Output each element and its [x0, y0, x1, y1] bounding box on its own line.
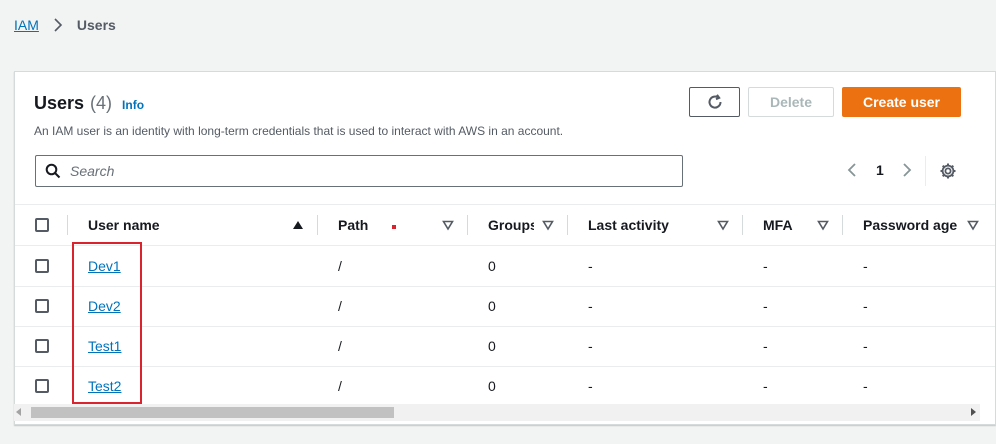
panel-title: Users (4) Info: [34, 93, 144, 114]
cell-mfa: -: [763, 258, 768, 274]
chevron-right-icon[interactable]: [900, 162, 914, 178]
column-header-last-activity[interactable]: Last activity: [588, 205, 708, 245]
highlight-box: [72, 242, 142, 404]
scroll-right-arrow-icon[interactable]: [971, 408, 976, 416]
cell-password-age: -: [863, 378, 868, 394]
table-row[interactable]: Test2 / 0 - - -: [15, 366, 995, 406]
search-icon: [45, 163, 61, 179]
sort-caret-icon[interactable]: [967, 219, 979, 231]
cell-path: /: [338, 378, 342, 394]
column-separator: [467, 215, 468, 235]
cell-groups: 0: [488, 338, 496, 354]
refresh-icon: [708, 94, 722, 109]
column-separator: [317, 215, 318, 235]
cell-password-age: -: [863, 338, 868, 354]
table-header: User name Path Groups Last activity MFA …: [15, 205, 995, 246]
cell-groups: 0: [488, 298, 496, 314]
column-header-password-age[interactable]: Password age: [863, 205, 963, 245]
column-separator: [842, 215, 843, 235]
users-panel: Users (4) Info An IAM user is an identit…: [14, 71, 996, 425]
page-title: Users: [34, 93, 85, 113]
gear-icon[interactable]: [939, 162, 957, 180]
table-row[interactable]: Dev2 / 0 - - -: [15, 286, 995, 327]
info-link[interactable]: Info: [122, 98, 144, 112]
panel-description: An IAM user is an identity with long-ter…: [34, 124, 564, 138]
row-checkbox[interactable]: [35, 259, 49, 273]
column-separator: [67, 215, 68, 235]
breadcrumb-iam-link[interactable]: IAM: [14, 17, 39, 33]
column-header-user-name[interactable]: User name: [88, 205, 238, 245]
cell-last-activity: -: [588, 338, 593, 354]
refresh-button[interactable]: [689, 87, 740, 117]
search-input[interactable]: [68, 162, 632, 180]
row-checkbox[interactable]: [35, 339, 49, 353]
delete-button[interactable]: Delete: [748, 87, 834, 117]
cell-last-activity: -: [588, 258, 593, 274]
column-header-mfa[interactable]: MFA: [763, 205, 813, 245]
cell-path: /: [338, 338, 342, 354]
column-header-path[interactable]: Path: [338, 205, 418, 245]
annotation-dot: [392, 225, 396, 229]
row-checkbox[interactable]: [35, 379, 49, 393]
chevron-right-icon: [54, 18, 63, 32]
pagination: 1: [845, 162, 914, 178]
cell-last-activity: -: [588, 378, 593, 394]
cell-path: /: [338, 298, 342, 314]
breadcrumb-current: Users: [76, 17, 116, 33]
cell-groups: 0: [488, 378, 496, 394]
row-checkbox[interactable]: [35, 299, 49, 313]
select-all-checkbox[interactable]: [35, 218, 49, 232]
table-row[interactable]: Dev1 / 0 - - -: [15, 246, 995, 287]
create-user-button[interactable]: Create user: [842, 87, 961, 117]
user-count: (4): [90, 93, 113, 113]
breadcrumb: IAM Users: [14, 15, 116, 35]
cell-password-age: -: [863, 298, 868, 314]
sort-caret-icon[interactable]: [717, 219, 729, 231]
column-separator: [567, 215, 568, 235]
chevron-left-icon[interactable]: [845, 162, 859, 178]
sort-caret-icon[interactable]: [542, 219, 554, 231]
cell-mfa: -: [763, 338, 768, 354]
cell-path: /: [338, 258, 342, 274]
cell-mfa: -: [763, 378, 768, 394]
divider: [925, 156, 926, 186]
horizontal-scrollbar[interactable]: [14, 404, 980, 421]
cell-groups: 0: [488, 258, 496, 274]
cell-mfa: -: [763, 298, 768, 314]
column-header-groups[interactable]: Groups: [488, 205, 534, 245]
sort-caret-icon[interactable]: [817, 219, 829, 231]
cell-password-age: -: [863, 258, 868, 274]
cell-last-activity: -: [588, 298, 593, 314]
sort-caret-icon[interactable]: [442, 219, 454, 231]
scrollbar-thumb[interactable]: [31, 407, 394, 418]
search-box[interactable]: [35, 155, 683, 187]
sort-ascending-icon[interactable]: [292, 219, 304, 231]
column-separator: [742, 215, 743, 235]
table-row[interactable]: Test1 / 0 - - -: [15, 326, 995, 367]
current-page[interactable]: 1: [876, 162, 884, 178]
scroll-left-arrow-icon[interactable]: [16, 408, 21, 416]
users-table: User name Path Groups Last activity MFA …: [15, 204, 995, 409]
